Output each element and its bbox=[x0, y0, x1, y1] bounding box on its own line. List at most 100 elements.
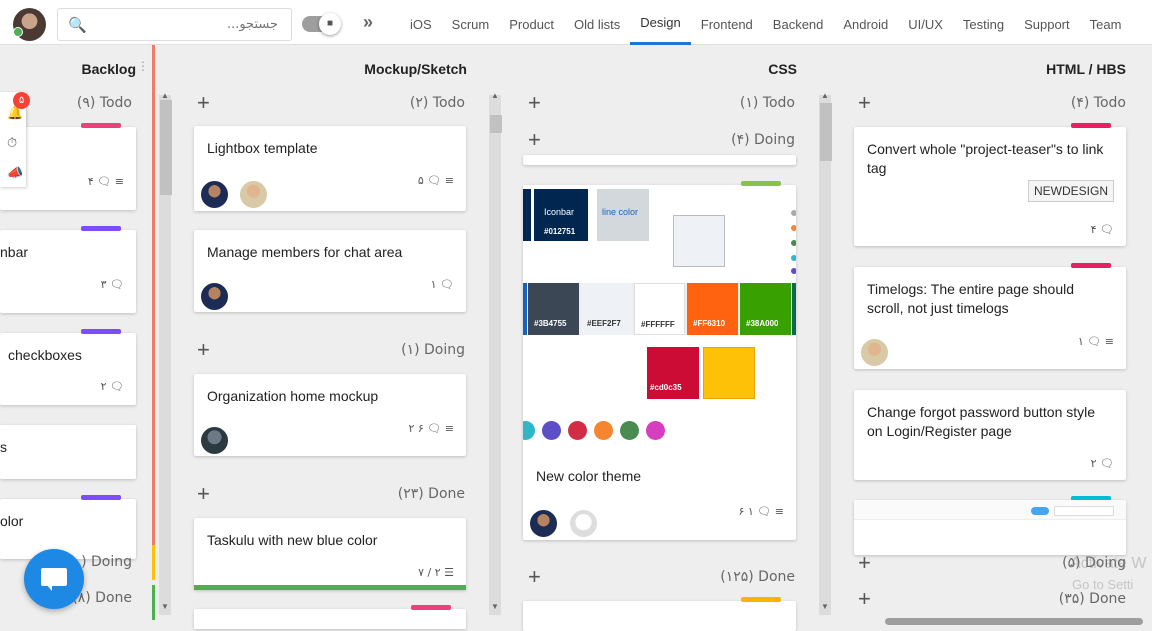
card-meta: ۱ 🗨 bbox=[430, 278, 454, 291]
tab-frontend[interactable]: Frontend bbox=[691, 0, 763, 45]
megaphone-icon[interactable]: 📣 bbox=[7, 165, 23, 181]
add-card-button[interactable]: + bbox=[528, 566, 541, 588]
horizontal-scrollbar[interactable] bbox=[885, 618, 1143, 625]
add-card-button[interactable]: + bbox=[858, 552, 871, 574]
swatch-line-color: line color bbox=[597, 189, 649, 241]
progress-bar bbox=[194, 585, 466, 590]
collapse-sidebar-icon[interactable]: » bbox=[363, 12, 373, 33]
timer-icon[interactable]: ⏱ bbox=[7, 135, 17, 151]
card-title: Convert whole "project-teaser"s to link … bbox=[867, 141, 1104, 176]
card[interactable]: Manage members for chat area ۱ 🗨 bbox=[194, 230, 466, 312]
avatar[interactable] bbox=[199, 281, 230, 312]
avatar[interactable] bbox=[199, 425, 230, 456]
kanban-board: Backlog ⋮ (۹) Todo ۴ 🗨 ≡ nbar ۳ 🗨 checkb… bbox=[0, 45, 1152, 631]
avatar[interactable] bbox=[568, 508, 599, 539]
view-toggle[interactable]: ■ bbox=[302, 13, 341, 35]
scroll-up-icon[interactable]: ▲ bbox=[821, 91, 829, 100]
card[interactable]: Taskulu with new blue color ۷ / ۲ ☰ bbox=[194, 518, 466, 590]
project-tabs: iOS Scrum Product Old lists Design Front… bbox=[400, 0, 1131, 45]
column-scrollbar[interactable] bbox=[819, 95, 832, 615]
scroll-up-icon[interactable]: ▲ bbox=[161, 91, 169, 100]
add-card-button[interactable]: + bbox=[528, 129, 541, 151]
avatar[interactable] bbox=[199, 179, 230, 210]
section-doing: (۱) Doing bbox=[401, 342, 465, 358]
card-meta: ۲ ۶ 🗨 ≡ bbox=[408, 422, 454, 435]
tab-ui-ux[interactable]: UI/UX bbox=[898, 0, 953, 45]
drag-handle-icon[interactable]: ⋮ bbox=[137, 59, 149, 73]
column-title: HTML / HBS bbox=[1046, 61, 1126, 77]
card[interactable]: Lightbox template ۵ 🗨 ≡ bbox=[194, 126, 466, 211]
section-done: (۳۵) Done bbox=[1058, 591, 1126, 607]
tab-old-lists[interactable]: Old lists bbox=[564, 0, 630, 45]
card-cover-image: Iconbar #012751 line color #3B4755 #EEF2… bbox=[523, 185, 796, 455]
color-dot bbox=[523, 421, 535, 440]
tab-scrum[interactable]: Scrum bbox=[442, 0, 500, 45]
section-done: (۸) Done bbox=[72, 590, 132, 606]
card-meta: ۴ 🗨 ≡ bbox=[87, 175, 124, 188]
tab-support[interactable]: Support bbox=[1014, 0, 1080, 45]
tab-backend[interactable]: Backend bbox=[763, 0, 834, 45]
scroll-up-icon[interactable]: ▲ bbox=[491, 91, 499, 100]
card-title: Lightbox template bbox=[207, 140, 318, 156]
tab-android[interactable]: Android bbox=[833, 0, 898, 45]
add-card-button[interactable]: + bbox=[197, 339, 210, 361]
card-label bbox=[411, 605, 451, 610]
swatch-yellow bbox=[703, 347, 755, 399]
card-title: Organization home mockup bbox=[207, 388, 379, 404]
search-box[interactable]: 🔍 bbox=[57, 8, 292, 41]
add-card-button[interactable]: + bbox=[197, 483, 210, 505]
chat-button[interactable] bbox=[24, 549, 84, 609]
tab-testing[interactable]: Testing bbox=[953, 0, 1014, 45]
search-input[interactable] bbox=[96, 9, 286, 40]
card-title: olor bbox=[0, 513, 24, 529]
card-title: nbar bbox=[0, 244, 29, 260]
add-card-button[interactable]: + bbox=[197, 92, 210, 114]
card-label bbox=[1071, 263, 1111, 268]
card-label bbox=[741, 597, 781, 602]
add-card-button[interactable]: + bbox=[528, 92, 541, 114]
card-label bbox=[81, 123, 121, 128]
tag-badge[interactable]: NEWDESIGN bbox=[1027, 180, 1114, 202]
column-title: Backlog bbox=[81, 61, 136, 77]
card[interactable]: nbar ۳ 🗨 bbox=[0, 226, 136, 313]
card[interactable]: s bbox=[0, 425, 136, 479]
activation-watermark: Go to Setti bbox=[1072, 577, 1134, 592]
card-title: Timelogs: The entire page should scroll,… bbox=[867, 281, 1075, 316]
column-css: CSS ▲ ▼ + (۱) Todo + (۴) Doing Iconbar #… bbox=[487, 45, 815, 631]
avatar[interactable] bbox=[528, 508, 559, 539]
card[interactable] bbox=[854, 496, 1126, 555]
card[interactable]: checkboxes ۲ 🗨 bbox=[0, 329, 136, 405]
tab-product[interactable]: Product bbox=[499, 0, 564, 45]
column-scrollbar[interactable] bbox=[489, 95, 502, 615]
card-cover-image bbox=[854, 500, 1126, 520]
tab-design[interactable]: Design bbox=[630, 0, 692, 45]
card[interactable]: Convert whole "project-teaser"s to link … bbox=[854, 123, 1126, 246]
card-title: checkboxes bbox=[8, 347, 82, 363]
card-label bbox=[81, 329, 121, 334]
scroll-down-icon[interactable]: ▼ bbox=[491, 602, 499, 611]
avatar[interactable] bbox=[859, 337, 890, 368]
card[interactable]: Iconbar #012751 line color #3B4755 #EEF2… bbox=[523, 181, 796, 540]
card[interactable]: Timelogs: The entire page should scroll,… bbox=[854, 263, 1126, 369]
tab-ios[interactable]: iOS bbox=[400, 0, 442, 45]
add-card-button[interactable]: + bbox=[858, 92, 871, 114]
card[interactable] bbox=[523, 597, 796, 631]
scroll-down-icon[interactable]: ▼ bbox=[161, 602, 169, 611]
card[interactable]: Change forgot password button style on L… bbox=[854, 390, 1126, 480]
card[interactable] bbox=[523, 155, 796, 165]
column-scrollbar[interactable] bbox=[159, 95, 172, 615]
card[interactable]: Organization home mockup ۲ ۶ 🗨 ≡ bbox=[194, 374, 466, 456]
search-icon: 🔍 bbox=[68, 17, 87, 34]
card-title: New color theme bbox=[536, 468, 642, 484]
card-meta: ۳ 🗨 bbox=[100, 278, 124, 291]
swatch-red: #cd0c35 bbox=[647, 347, 699, 399]
avatar[interactable] bbox=[238, 179, 269, 210]
online-status-dot bbox=[13, 27, 23, 37]
tab-team[interactable]: Team bbox=[1080, 0, 1132, 45]
card[interactable] bbox=[194, 605, 466, 629]
column-html-hbs: HTML / HBS ▲ ▼ + (۴) Todo Convert whole … bbox=[817, 45, 1152, 626]
card[interactable]: olor bbox=[0, 495, 136, 559]
card-label bbox=[81, 495, 121, 500]
add-card-button[interactable]: + bbox=[858, 588, 871, 610]
scroll-down-icon[interactable]: ▼ bbox=[821, 602, 829, 611]
